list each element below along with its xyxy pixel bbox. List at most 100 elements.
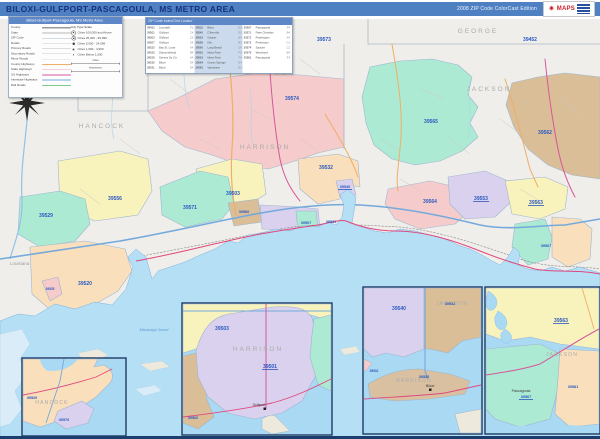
legend-item-label: Secondary Roads bbox=[11, 52, 35, 56]
zip-label: 39556 bbox=[108, 196, 122, 202]
zip-place: Gulfport bbox=[159, 36, 169, 39]
county-label-harrison: HARRISON bbox=[240, 144, 290, 151]
zip-index-row: 39562 Moss Point F3 bbox=[195, 50, 241, 55]
dot-small-icon bbox=[71, 54, 76, 56]
zip-label: 39560 bbox=[188, 416, 199, 420]
inset3-city-label: Biloxi bbox=[426, 384, 435, 388]
zip-label: 39452 bbox=[523, 37, 537, 43]
inset-bay-st-louis: HANCOCK 39520 39576 bbox=[21, 357, 127, 437]
zip-label: 39567 bbox=[541, 244, 552, 248]
inset2-county-label: HARRISON bbox=[233, 346, 283, 353]
zip-index-row: 39565 Vancleave E3 bbox=[195, 65, 241, 70]
county-label-jackson: JACKSON bbox=[467, 86, 512, 93]
zip-index-row: 39560 Long Beach C4 bbox=[195, 45, 241, 50]
inset2-city-marker bbox=[263, 407, 266, 410]
zip-grid-ref: A4 bbox=[286, 36, 291, 39]
legend-item-label: County bbox=[11, 26, 21, 30]
zip-grid-ref: E3 bbox=[238, 66, 242, 69]
legend-item: Rail Roads bbox=[11, 83, 71, 88]
zip-code: 39501 bbox=[147, 31, 155, 34]
legend-swatch bbox=[42, 85, 71, 86]
zip-index-panel: ZIP Code Index/Grid Locator 39452 Lucedal… bbox=[145, 17, 293, 74]
zip-code: 39567 bbox=[243, 26, 252, 29]
zip-code: 39560 bbox=[195, 46, 203, 49]
zip-code: 39531 bbox=[147, 66, 155, 69]
marketmaps-logo: ✷ MAPS bbox=[543, 1, 595, 17]
zip-grid-ref: F4 bbox=[286, 26, 291, 29]
zip-index-row: 39567 Pascagoula F4 bbox=[244, 25, 290, 30]
zip-index-row: 39572 Pearlington A4 bbox=[244, 35, 290, 40]
county-label-george: GEORGE bbox=[458, 28, 499, 35]
zip-label: 39532 bbox=[445, 302, 456, 306]
legend-item-label: Minor Roads bbox=[11, 57, 29, 61]
zip-underline bbox=[553, 323, 569, 324]
zip-index-row: 39531 Biloxi D4 bbox=[147, 65, 193, 70]
zip-label: 39531 bbox=[370, 369, 379, 373]
legend-line-items: County State ZIP Code Roads Primary Roads Sec… bbox=[9, 25, 71, 97]
zip-label: 39540 bbox=[392, 306, 406, 312]
zip-grid-ref: C2 bbox=[286, 46, 291, 49]
zip-code: 39503 bbox=[147, 36, 155, 39]
zip-index-row: 39540 D'Iberville D3 bbox=[195, 30, 241, 35]
zip-code: 39556 bbox=[195, 41, 203, 44]
legend-city-items: ★ Cities 100,000 and Above Cities 25,000 -… bbox=[71, 30, 120, 58]
zip-index-title: ZIP Code Index/Grid Locator bbox=[148, 19, 193, 24]
legend-panel: Biloxi-Gulfport-Pascagoula, MS Metro Are… bbox=[8, 16, 123, 98]
zip-underline bbox=[473, 201, 489, 202]
zip-place: Bay St. Louis bbox=[159, 46, 176, 49]
zip-label: 39574 bbox=[285, 96, 299, 102]
zip-index-row: 39564 Ocean Springs E4 bbox=[195, 60, 241, 65]
star-circle-icon: ★ bbox=[71, 30, 76, 36]
zip-code: 39520 bbox=[147, 46, 155, 49]
zip-place: Biloxi bbox=[159, 66, 166, 69]
zip-place: Biloxi bbox=[207, 26, 214, 29]
zip-grid-ref: B4 bbox=[286, 51, 291, 54]
legend-header: Biloxi-Gulfport-Pascagoula, MS Metro Are… bbox=[9, 17, 122, 24]
bullseye-icon bbox=[71, 36, 76, 41]
zip-grid-ref: F4 bbox=[238, 56, 242, 59]
dot-large-icon bbox=[71, 42, 76, 45]
zip-grid-ref: C1 bbox=[286, 41, 291, 44]
logo-star-icon: ✷ bbox=[548, 4, 555, 13]
zip-place: Pass Christian bbox=[255, 31, 274, 34]
zip-place: Long Beach bbox=[207, 46, 223, 49]
zip-label: 39503 bbox=[226, 191, 240, 197]
zip-place: D'Iberville bbox=[207, 31, 220, 34]
page-title: BILOXI-GULFPORT-PASCAGOULA, MS METRO ARE… bbox=[6, 4, 236, 14]
state-label-louisiana: Louisiana bbox=[10, 261, 30, 266]
zip-code: 39553 bbox=[195, 36, 203, 39]
zip-grid-ref: D4 bbox=[189, 61, 194, 64]
inset-pascagoula: 39563 JACKSON Pascagoula 39567 39581 bbox=[484, 286, 600, 435]
zip-underline bbox=[519, 399, 533, 400]
zip-place: Gulfport bbox=[159, 41, 169, 44]
zip-grid-ref: E4 bbox=[238, 61, 242, 64]
legend-item-label: County Highways bbox=[11, 62, 35, 66]
legend-city-label: Cities 5,000 - 24,999 bbox=[77, 42, 106, 46]
zip-index-row: 39574 Saucier C2 bbox=[244, 45, 290, 50]
zip-place: Gautier bbox=[207, 36, 217, 39]
legend-city-label: Cities 25,000 - 99,999 bbox=[77, 36, 107, 40]
zip-label: 39564 bbox=[423, 199, 437, 205]
zip-place: Diamondhead bbox=[159, 51, 177, 54]
zip-grid-ref: B4 bbox=[286, 31, 291, 34]
zip-label: 39532 bbox=[319, 165, 333, 171]
zip-place: Pearlington bbox=[255, 36, 270, 39]
zip-code: 39581 bbox=[243, 56, 252, 59]
zip-label: 39571 bbox=[183, 205, 197, 211]
zip-place: Moss Point bbox=[207, 51, 221, 54]
zip-code: 39529 bbox=[147, 56, 155, 59]
legend-swatch bbox=[42, 69, 71, 70]
zip-code: 39564 bbox=[195, 61, 203, 64]
zip-grid-ref: E4 bbox=[238, 36, 242, 39]
scale-bar-miles: miles bbox=[71, 59, 120, 65]
zip-code: 39571 bbox=[243, 31, 252, 34]
legend-swatch bbox=[42, 27, 71, 29]
zip-label: 39503 bbox=[215, 326, 229, 332]
zip-grid-ref: A4 bbox=[189, 56, 194, 59]
legend-body: County State ZIP Code Roads Primary Roads Sec… bbox=[9, 24, 122, 97]
zip-label: 39573 bbox=[317, 37, 331, 43]
legend-title: Biloxi-Gulfport-Pascagoula, MS Metro Are… bbox=[26, 18, 103, 23]
zip-label: 39567 bbox=[521, 395, 532, 399]
zip-index-row: 39581 Pascagoula F4 bbox=[244, 55, 290, 60]
zip-grid-ref: A4 bbox=[189, 46, 194, 49]
